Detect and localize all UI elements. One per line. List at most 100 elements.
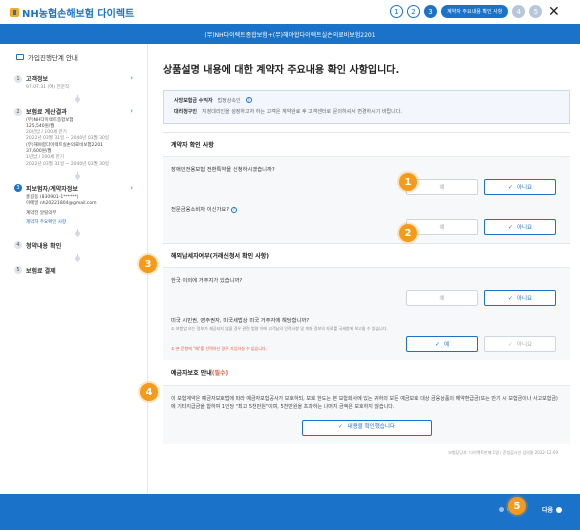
step-4: 4: [512, 5, 526, 18]
button-label: 다음: [541, 507, 553, 514]
sidebar-step-detail: 2022년 03월 31일 ~ 2040년 03월 30일: [26, 136, 110, 142]
sidebar-link-key-confirm[interactable]: 계약자 주요확인 사항: [26, 219, 133, 225]
close-icon[interactable]: ✕: [548, 4, 560, 20]
sidebar-step-premium-result[interactable]: 2 보험료 계산결과 › (무)NH다이렉트종합보험 125,540원/월 20년…: [14, 107, 133, 168]
progress-stepper: 1 2 3 계약자 주요내용 확인 사항 4 5: [390, 5, 543, 18]
check-icon: ✓: [338, 424, 343, 431]
sidebar-step-payment: 5 보험료 결제: [14, 266, 133, 275]
tax-residency-section: 해외납세자여부(거래신청서 확인 사항) 한국 이외에 거주지가 있습니까? 예…: [163, 243, 570, 360]
top-bar: NH농협손해보험 다이렉트 1 2 3 계약자 주요내용 확인 사항 4 5 ✕: [0, 0, 580, 24]
nh-logo-icon: [10, 7, 19, 17]
step-number: 1: [14, 74, 22, 83]
button-label: 아니요: [516, 296, 533, 302]
step-number: 3: [14, 184, 22, 193]
info-icon[interactable]: ?: [230, 206, 237, 213]
annotation-marker-1: 1: [399, 173, 417, 191]
bottom-nav-bar: 이전 다음: [0, 494, 580, 530]
sidebar-title: 가입진행단계 안내: [16, 52, 133, 62]
info-icon[interactable]: ?: [245, 97, 252, 103]
logo-text: NH농협손해보험 다이렉트: [22, 8, 135, 20]
button-label: 내용을 확인했습니다: [347, 424, 395, 431]
compliance-footnote: 보험담당자: 다이렉트판매 1명 / 준법감시인 심의필 2022-12-09: [448, 449, 558, 455]
sidebar-link-disclosure[interactable]: 계약전 알릴의무: [26, 210, 133, 216]
us-person-yes-button[interactable]: ✓ 예: [406, 336, 478, 352]
deposit-protection-section: 예금자보호 안내(필수) 이 보험계약은 예금자보호법에 따라 예금자보험공사가…: [163, 360, 570, 444]
progress-sidebar: 가입진행단계 안내 1 고객정보 › 97.07.31 (여) 전문직 2 보험료 …: [0, 44, 148, 494]
button-label: 아니요: [516, 342, 533, 348]
button-label: 예: [439, 296, 445, 302]
check-icon: ✓: [507, 223, 513, 231]
professional-no-button[interactable]: ✓ 아니요: [484, 219, 556, 235]
step-1[interactable]: 1: [390, 5, 403, 18]
contractor-confirm-section: 계약자 확인 사항 장애인전용보험 전환특약을 신청하시겠습니까? 예 ✓ 아니요…: [163, 132, 570, 243]
step-number: 5: [14, 266, 22, 275]
residence-no-button[interactable]: ✓ 아니요: [484, 290, 556, 306]
chevron-right-icon[interactable]: ›: [130, 184, 133, 192]
check-icon: ✓: [434, 340, 440, 348]
check-icon: ✓: [507, 294, 513, 302]
sidebar-title-text: 가입진행단계 안내: [28, 54, 78, 62]
question-us-person: 미국 시민권, 영주권자, 미국세법상 미국 거주자에 해당합니까?: [171, 318, 310, 324]
us-person-no-button[interactable]: ✓ 아니요: [484, 336, 556, 352]
step-connector: [75, 95, 80, 104]
sidebar-step-application-review: 4 청약내용 확인: [14, 241, 133, 250]
annotation-marker-2: 2: [399, 224, 417, 242]
deposit-heading-text: 예금자보호 안내: [171, 370, 212, 377]
button-label: 예: [439, 225, 445, 231]
required-badge: (필수): [211, 370, 229, 377]
question-professional-consumer: 전문금융소비자 이신가요? ?: [163, 203, 570, 213]
monitor-icon: [16, 54, 24, 60]
sidebar-step-detail: 97.07.31 (여) 전문직: [26, 85, 69, 90]
sidebar-step-label: 고객정보: [26, 76, 49, 83]
banner-text: (무)NH다이렉트종합보험+(무)해야합다이렉트실손의료비보험2201: [204, 31, 376, 39]
sidebar-step-detail: 이메일 nh20221804@gmail.com: [26, 200, 97, 206]
sidebar-step-label: 피보험자/계약자정보: [26, 185, 78, 193]
deposit-text: 이 보험계약은 예금자보호법에 따라 예금자보험공사가 보호하되, 보호 한도는…: [171, 396, 558, 410]
step-5: 5: [529, 5, 543, 18]
page-title: 상품설명 내용에 대한 계약자 주요내용 확인 사항입니다.: [163, 65, 400, 76]
button-label: 예: [443, 342, 450, 348]
check-icon: ✓: [507, 183, 513, 191]
notice-key-beneficiary: 사망보험금 수익자: [174, 98, 213, 104]
chevron-right-icon[interactable]: ›: [130, 74, 133, 82]
main-content: 상품설명 내용에 대한 계약자 주요내용 확인 사항입니다. 사망보험금 수익자…: [148, 44, 580, 494]
step-connector: [75, 253, 80, 262]
button-label: 아니요: [516, 185, 533, 191]
sidebar-step-detail: 2022년 03월 31일 ~ 2040년 03월 30일: [26, 161, 110, 167]
disability-no-button[interactable]: ✓ 아니요: [484, 179, 556, 195]
beneficiary-notice: 사망보험금 수익자 법정상속인 ? 대리청구인 지정대리인을 설정하고자 하는 …: [163, 90, 570, 124]
check-icon: ✓: [507, 340, 513, 348]
sidebar-step-label: 보험료 결제: [26, 267, 56, 275]
annotation-marker-3: 3: [139, 255, 157, 273]
sidebar-step-insured-info[interactable]: 3 피보험자/계약자정보 › 홍길동 (830901-1******) 이메일 n…: [14, 184, 133, 225]
step-connector: [75, 171, 80, 180]
step-connector: [75, 228, 80, 237]
annotation-marker-4: 4: [140, 383, 158, 401]
dot-icon: [556, 506, 562, 513]
notice-value-agent: 지정대리인을 설정하고자 하는 고객은 계약완료 후 고객센터로 문의하셔서 변…: [202, 109, 402, 115]
residence-yes-button[interactable]: 예: [406, 290, 478, 306]
question-foreign-residence: 한국 이외에 거주지가 있습니까?: [171, 278, 243, 284]
button-label: 예: [439, 185, 445, 191]
notice-value-beneficiary: 법정상속인: [217, 98, 241, 104]
sidebar-step-customer-info[interactable]: 1 고객정보 › 97.07.31 (여) 전문직: [14, 74, 133, 91]
question-disability-rider: 장애인전용보험 전환특약을 신청하시겠습니까?: [171, 167, 275, 173]
brand-logo: NH농협손해보험 다이렉트: [10, 5, 134, 20]
us-person-warning: ① 본 문항에 "예"를 선택하신 경우 가입하실 수 없습니다.: [171, 346, 267, 351]
annotation-marker-5: 5: [508, 497, 526, 515]
step-number: 2: [14, 107, 22, 116]
deposit-body: 이 보험계약은 예금자보호법에 따라 예금자보험공사가 보호하되, 보호 한도는…: [163, 386, 570, 444]
section-heading: 계약자 확인 사항: [163, 133, 570, 157]
chevron-right-icon[interactable]: ›: [130, 107, 133, 115]
section-heading: 예금자보호 안내(필수): [163, 360, 570, 386]
confirm-content-button[interactable]: ✓ 내용을 확인했습니다: [301, 419, 432, 436]
button-label: 아니요: [516, 225, 533, 231]
product-banner: (무)NH다이렉트종합보험+(무)해야합다이렉트실손의료비보험2201: [0, 24, 580, 44]
dot-icon: [498, 507, 504, 512]
step-2[interactable]: 2: [407, 5, 420, 18]
section-heading: 해외납세자여부(거래신청서 확인 사항): [163, 244, 570, 268]
current-step-label: 계약자 주요내용 확인 사항: [441, 5, 509, 18]
step-number: 4: [14, 241, 22, 250]
next-button[interactable]: 다음: [528, 505, 562, 514]
step-3[interactable]: 3: [424, 5, 437, 18]
